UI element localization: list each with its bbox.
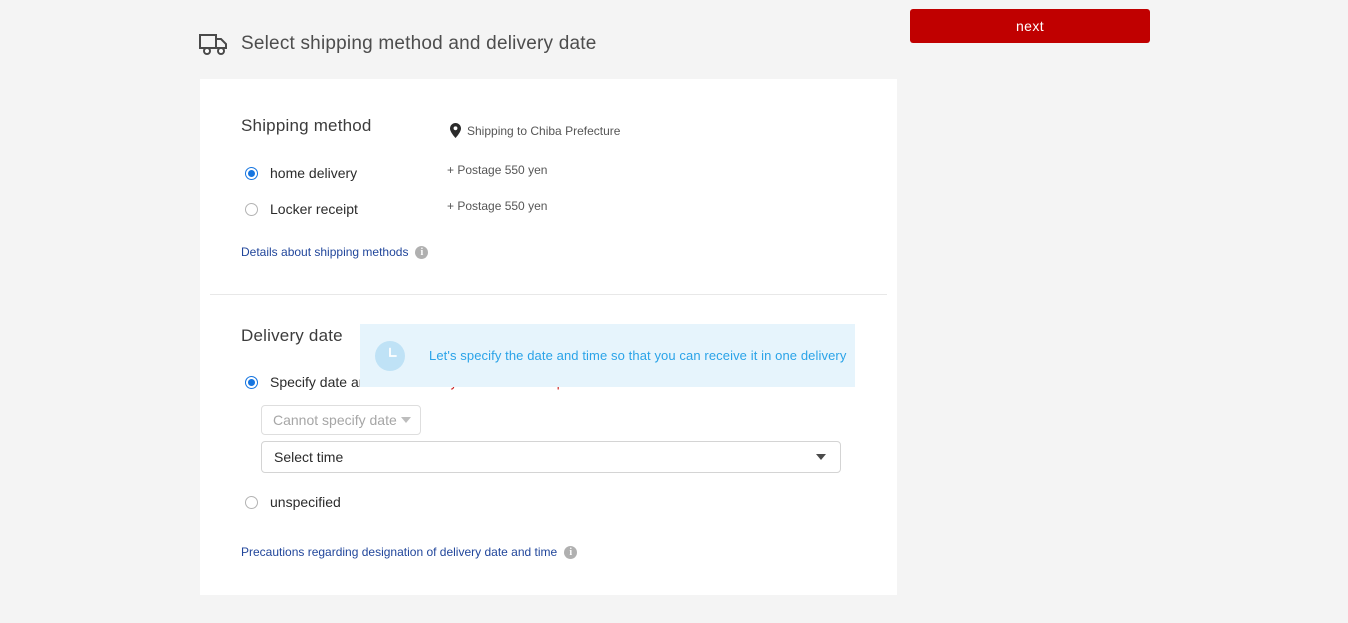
truck-icon bbox=[198, 30, 230, 58]
info-icon[interactable]: i bbox=[415, 245, 429, 259]
shipping-method-heading: Shipping method bbox=[241, 116, 372, 135]
delivery-option-unspecified[interactable]: unspecified bbox=[245, 494, 341, 510]
page-header: Select shipping method and delivery date bbox=[198, 30, 597, 58]
shipping-option-home-delivery[interactable]: home delivery bbox=[245, 165, 357, 181]
precautions-link-text[interactable]: Precautions regarding designation of del… bbox=[241, 545, 557, 559]
radio-home-delivery[interactable] bbox=[245, 166, 258, 180]
chevron-down-icon bbox=[401, 417, 411, 423]
time-select[interactable]: Select time bbox=[261, 441, 841, 473]
map-pin-icon bbox=[450, 123, 461, 138]
postage-home-delivery: + Postage 550 yen bbox=[447, 163, 548, 177]
date-select[interactable]: Cannot specify date bbox=[261, 405, 421, 435]
radio-locker-receipt[interactable] bbox=[245, 202, 258, 216]
shipping-details-link-text[interactable]: Details about shipping methods bbox=[241, 245, 408, 259]
chevron-down-icon bbox=[816, 454, 826, 460]
info-icon[interactable]: i bbox=[564, 545, 578, 559]
ship-to-destination: Shipping to Chiba Prefecture bbox=[450, 123, 620, 138]
radio-specify-date[interactable] bbox=[245, 375, 258, 389]
delivery-date-heading: Delivery date bbox=[241, 326, 343, 345]
shipping-details-link[interactable]: Details about shipping methods i bbox=[241, 245, 429, 259]
precautions-link[interactable]: Precautions regarding designation of del… bbox=[241, 545, 578, 559]
delivery-tip-banner: Let's specify the date and time so that … bbox=[360, 324, 855, 387]
date-select-value: Cannot specify date bbox=[273, 412, 397, 428]
clock-icon bbox=[360, 340, 405, 371]
delivery-option-label: unspecified bbox=[270, 494, 341, 510]
delivery-tip-text: Let's specify the date and time so that … bbox=[429, 348, 847, 363]
shipping-option-label: Locker receipt bbox=[270, 201, 358, 217]
shipping-option-locker-receipt[interactable]: Locker receipt bbox=[245, 201, 358, 217]
postage-locker-receipt: + Postage 550 yen bbox=[447, 199, 548, 213]
time-select-value: Select time bbox=[274, 449, 344, 465]
shipping-option-label: home delivery bbox=[270, 165, 358, 181]
ship-to-text: Shipping to Chiba Prefecture bbox=[467, 123, 621, 138]
radio-unspecified[interactable] bbox=[245, 495, 258, 509]
page-title: Select shipping method and delivery date bbox=[241, 33, 597, 54]
next-button[interactable]: next bbox=[910, 9, 1150, 43]
section-divider bbox=[210, 294, 887, 295]
